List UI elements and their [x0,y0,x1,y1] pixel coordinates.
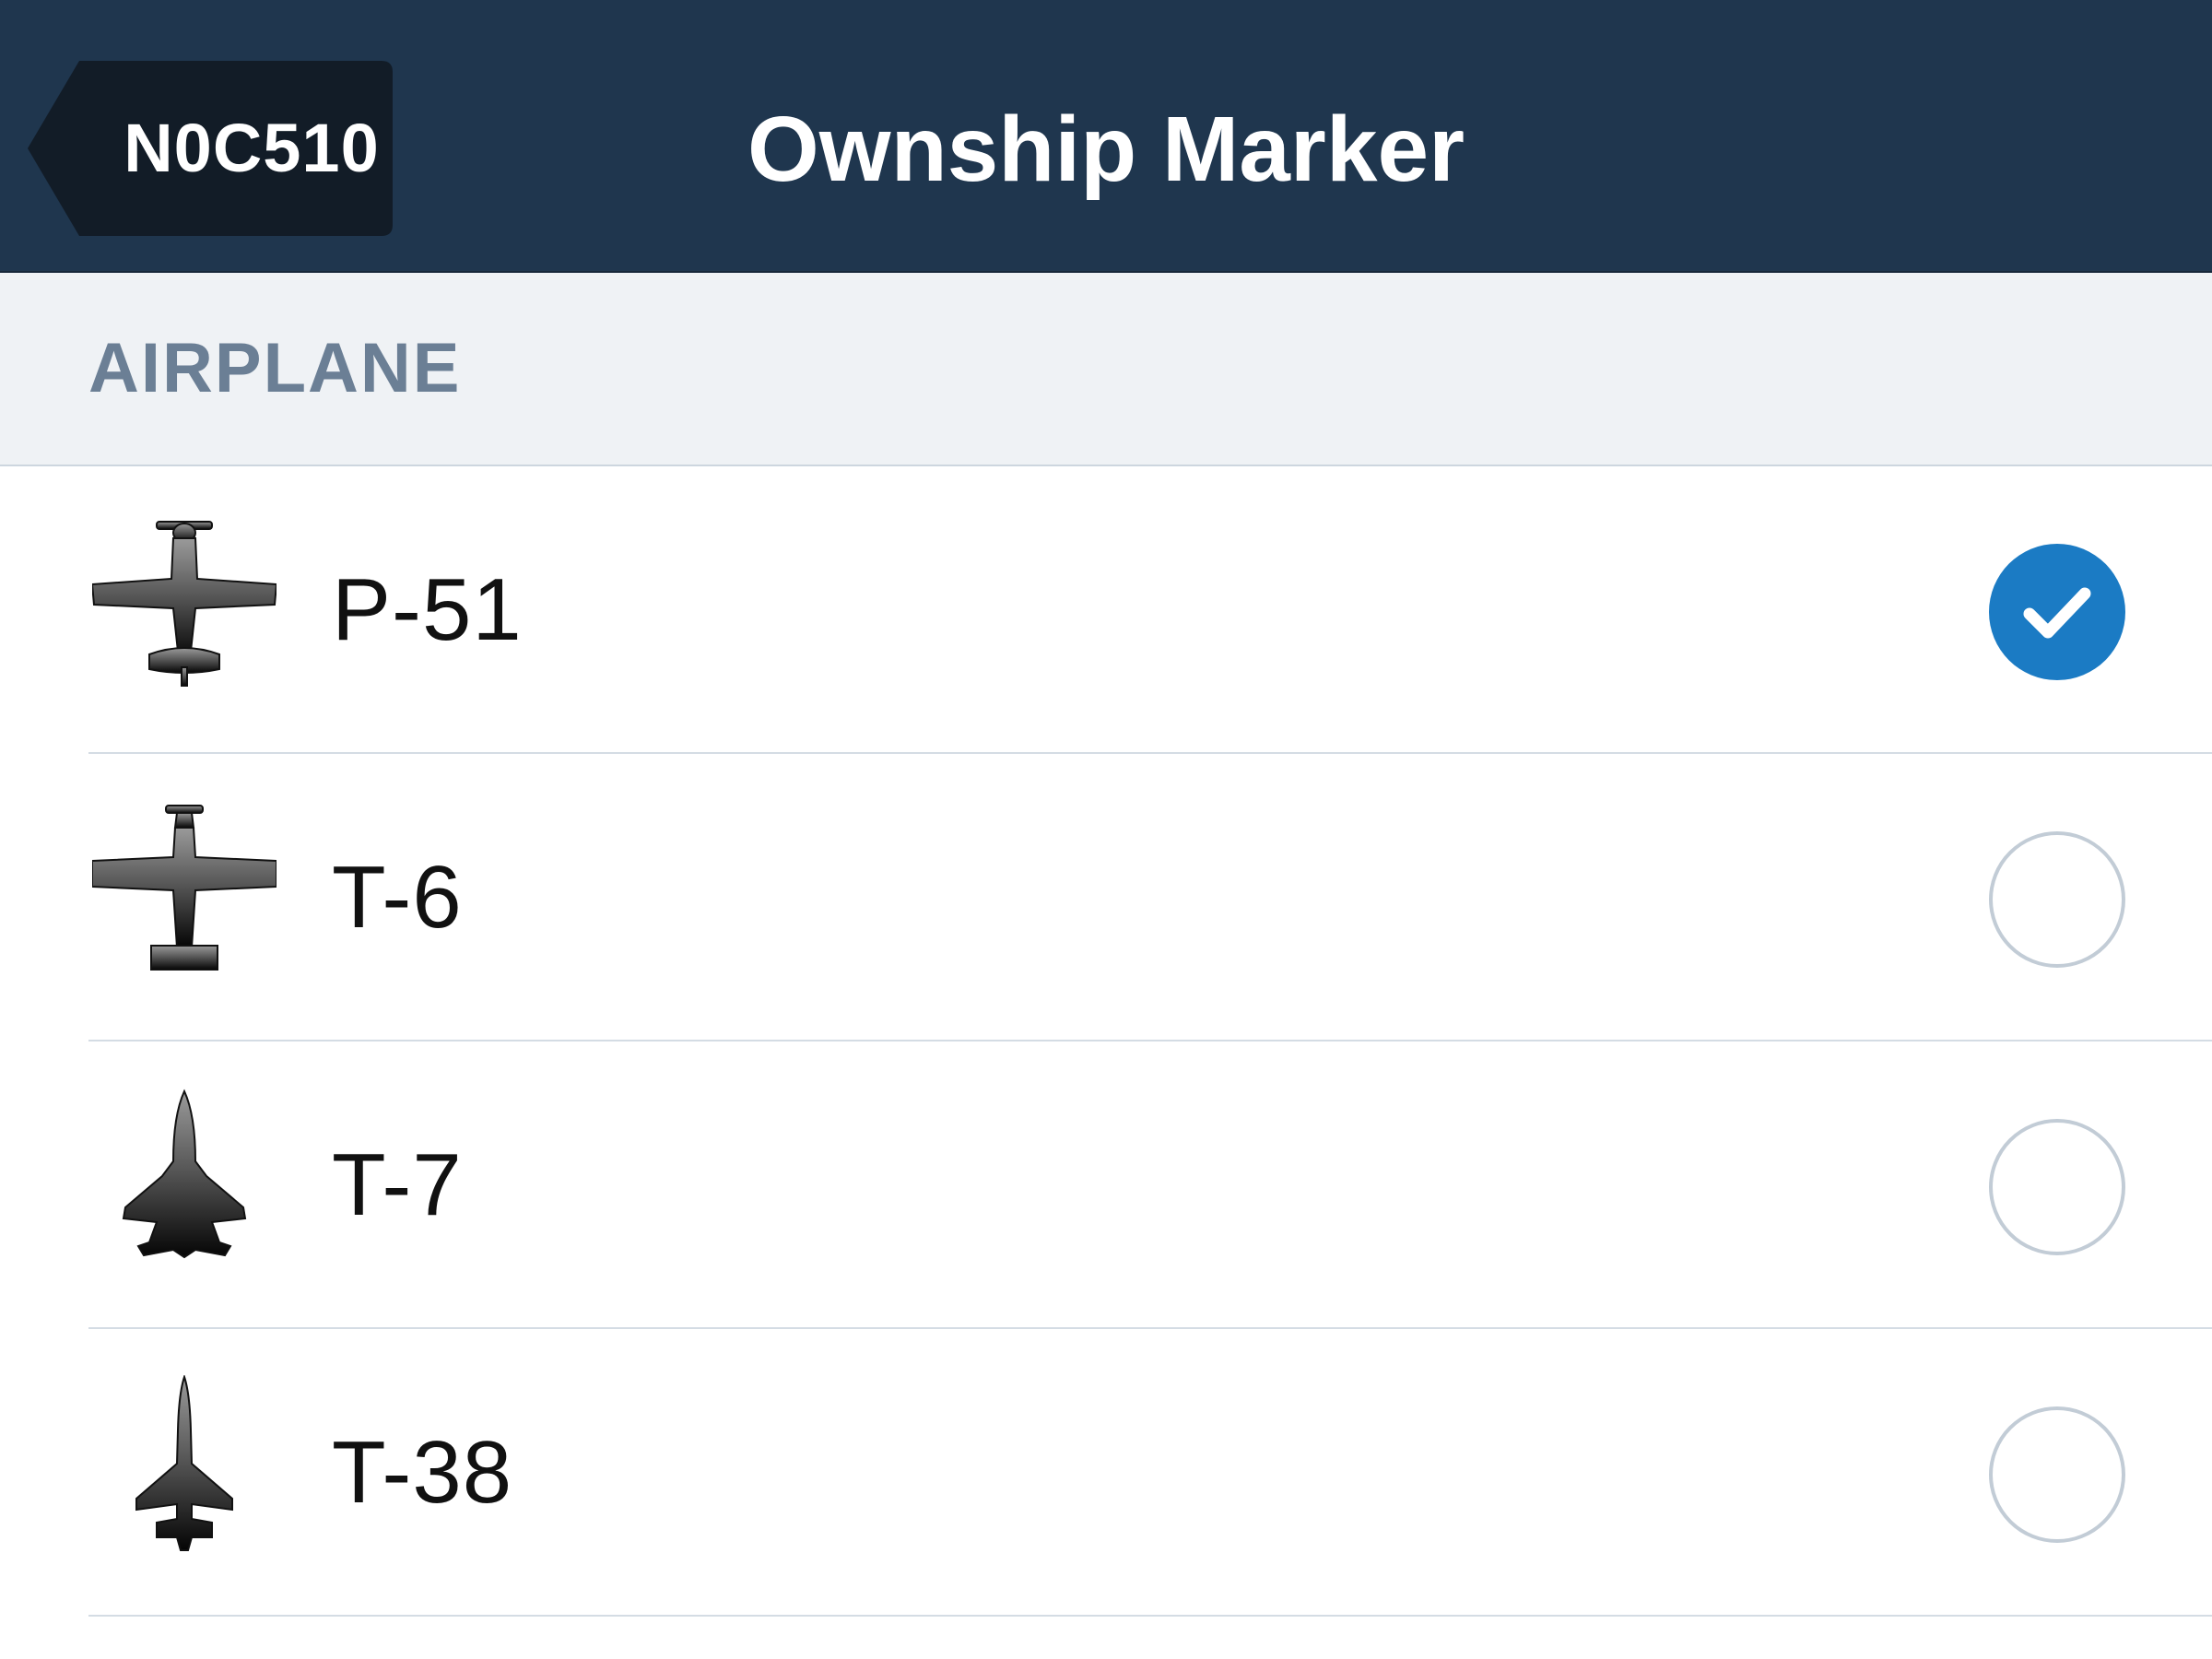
list-item-t7[interactable]: T-7 [0,1041,2212,1329]
selected-check-icon[interactable] [1989,544,2125,680]
section-label: AIRPLANE [88,329,462,407]
t6-airplane-icon [91,800,277,984]
section-header: AIRPLANE [0,273,2212,466]
item-label: P-51 [332,560,523,659]
list-item-t38[interactable]: T-38 [0,1329,2212,1617]
marker-list: P-51 T-6 T-7 T-38 [0,466,2212,1617]
unselected-radio-icon[interactable] [1989,1119,2125,1255]
item-label: T-6 [332,848,463,947]
unselected-radio-icon[interactable] [1989,831,2125,968]
row-divider [88,1615,2212,1617]
item-label: T-38 [332,1423,513,1522]
navigation-bar: N0C510 Ownship Marker [0,0,2212,273]
item-label: T-7 [332,1135,463,1234]
page-title: Ownship Marker [747,98,1465,201]
t38-jet-icon [92,1373,276,1559]
list-item-t6[interactable]: T-6 [0,754,2212,1041]
p51-airplane-icon [90,512,278,697]
unselected-radio-icon[interactable] [1989,1406,2125,1543]
list-item-p51[interactable]: P-51 [0,466,2212,754]
t7-jet-icon [92,1088,276,1272]
